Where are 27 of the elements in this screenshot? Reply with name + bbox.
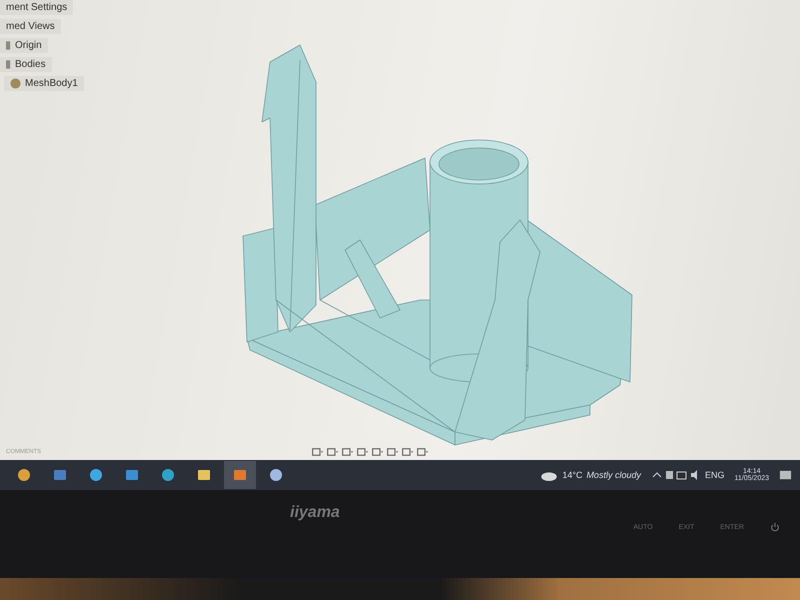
browser-item[interactable]: Bodies [0, 57, 52, 72]
browser-item[interactable]: ment Settings [0, 0, 74, 15]
view-tool-icon[interactable] [386, 447, 399, 457]
body-icon [10, 78, 21, 89]
app-icon [161, 468, 175, 482]
view-tool-icon[interactable] [341, 447, 354, 457]
view-tool-icon[interactable] [416, 447, 429, 457]
browser-item[interactable]: Origin [0, 38, 48, 53]
app-icon [17, 468, 31, 482]
temperature: 14°C [562, 470, 582, 480]
input-language[interactable]: ENG [704, 470, 724, 480]
brand-logo: iiyama [290, 504, 340, 522]
view-tool-icon[interactable] [401, 447, 414, 457]
view-tool-icon[interactable] [371, 447, 384, 457]
notification-icon[interactable] [779, 468, 792, 482]
browser-item[interactable]: MeshBody1 [4, 76, 84, 91]
view-tool-icon[interactable] [356, 447, 369, 457]
power-icon[interactable] [770, 522, 780, 532]
view-tool-icon[interactable] [311, 447, 324, 457]
weather-condition: Mostly cloudy [586, 470, 641, 480]
mail-icon [125, 468, 139, 482]
app-icon [53, 468, 67, 482]
app-icon [233, 468, 247, 482]
app-icon [269, 468, 283, 482]
app-icon [89, 468, 103, 482]
browser-item[interactable]: med Views [0, 19, 61, 34]
view-tool-icon[interactable] [326, 447, 339, 457]
